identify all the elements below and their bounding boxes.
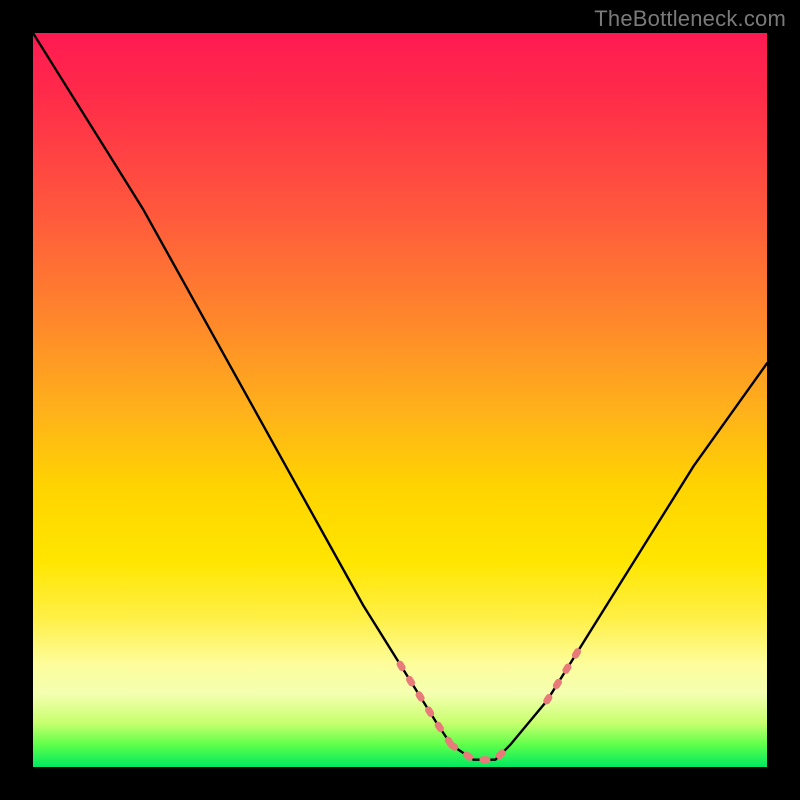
curve-layer	[33, 33, 767, 767]
dotted-valley-segment	[451, 745, 510, 760]
watermark-text: TheBottleneck.com	[594, 6, 786, 32]
bottleneck-curve	[33, 33, 767, 760]
chart-frame: TheBottleneck.com	[0, 0, 800, 800]
plot-area	[33, 33, 767, 767]
